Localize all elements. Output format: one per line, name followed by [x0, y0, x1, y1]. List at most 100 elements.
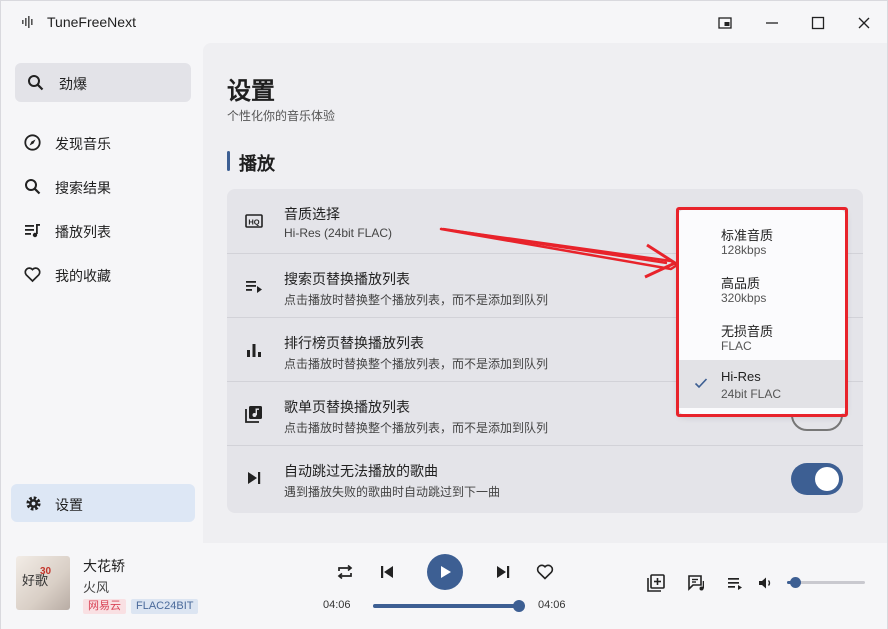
toggle-knob — [815, 467, 839, 491]
sidebar-item-discover[interactable]: 发现音乐 — [13, 123, 193, 161]
gear-icon — [26, 496, 41, 511]
song-artist[interactable]: 火风 — [83, 577, 109, 596]
volume-slider[interactable] — [787, 577, 865, 588]
format-tag: FLAC24BIT — [131, 599, 199, 614]
previous-button[interactable] — [376, 561, 398, 583]
playlist-icon — [25, 224, 40, 238]
song-title[interactable]: 大花轿 — [83, 556, 125, 576]
search-query: 劲爆 — [59, 76, 87, 92]
volume-button[interactable] — [754, 572, 776, 594]
quality-option-lossless[interactable]: 无损音质 FLAC — [679, 312, 845, 360]
setting-value: Hi-Res (24bit FLAC) — [284, 226, 393, 240]
title-bar: TuneFreeNext — [1, 1, 887, 43]
close-button[interactable] — [849, 9, 879, 37]
cover-badge: 30 — [40, 566, 52, 577]
volume-thumb[interactable] — [789, 577, 801, 588]
setting-title: 自动跳过无法播放的歌曲 — [284, 463, 438, 479]
sidebar-item-label: 发现音乐 — [55, 136, 111, 152]
player-bar: 好歌 30 大花轿 火风 网易云 FLAC24BIT 04:06 04:06 — [1, 543, 887, 629]
time-current: 04:06 — [323, 599, 351, 611]
option-name: 标准音质 — [721, 228, 774, 243]
option-detail: 24bit FLAC — [721, 387, 782, 401]
sidebar-item-favorites[interactable]: 我的收藏 — [13, 255, 193, 293]
play-button[interactable] — [427, 554, 463, 590]
heart-icon — [536, 564, 554, 580]
maximize-button[interactable] — [803, 9, 833, 37]
progress-bar[interactable] — [373, 600, 525, 612]
playlist-add-icon — [647, 574, 665, 592]
skip-previous-icon — [381, 566, 393, 578]
bar-chart-icon — [247, 344, 261, 357]
queue-button[interactable] — [724, 572, 746, 594]
hq-icon: HQ — [245, 214, 263, 228]
heart-icon — [24, 267, 41, 283]
sidebar: 劲爆 发现音乐 搜索结果 播放列表 我的收藏 设置 — [1, 43, 203, 543]
progress-fill — [373, 604, 519, 608]
repeat-icon — [337, 564, 353, 580]
maximize-icon — [811, 16, 825, 30]
setting-desc: 点击播放时替换整个播放列表，而不是添加到队列 — [284, 293, 549, 307]
app-title: TuneFreeNext — [47, 14, 136, 30]
sidebar-item-label: 播放列表 — [55, 224, 111, 240]
setting-desc: 点击播放时替换整个播放列表，而不是添加到队列 — [284, 357, 549, 371]
sidebar-item-playlist[interactable]: 播放列表 — [13, 211, 193, 249]
checkmark-icon — [694, 378, 708, 389]
toggle-switch[interactable] — [791, 463, 843, 495]
option-detail: 320kbps — [721, 291, 767, 305]
setting-desc: 遇到播放失败的歌曲时自动跳过到下一曲 — [284, 485, 501, 499]
page-title: 设置 — [227, 78, 275, 105]
volume-icon — [759, 577, 771, 589]
repeat-button[interactable] — [334, 561, 356, 583]
option-detail: 128kbps — [721, 243, 767, 257]
favorite-button[interactable] — [534, 561, 556, 583]
source-tag: 网易云 — [83, 599, 126, 614]
option-name: 无损音质 — [721, 324, 774, 339]
search-box[interactable]: 劲爆 — [15, 63, 191, 102]
quality-dropdown-menu: 标准音质 128kbps 高品质 320kbps 无损音质 FLAC Hi-Re… — [679, 210, 845, 414]
mini-player-button[interactable] — [710, 9, 740, 37]
setting-desc: 点击播放时替换整个播放列表，而不是添加到队列 — [284, 421, 549, 435]
skip-next-icon — [497, 566, 510, 578]
compass-icon — [24, 134, 41, 151]
app-logo-icon — [22, 16, 33, 28]
section-accent-bar — [227, 151, 230, 171]
picture-in-picture-icon — [718, 17, 732, 29]
play-icon — [441, 566, 451, 578]
lyrics-button[interactable] — [685, 572, 707, 594]
skip-next-icon — [248, 472, 261, 484]
minimize-icon — [766, 22, 778, 24]
sidebar-item-label: 搜索结果 — [55, 180, 111, 196]
sidebar-item-label: 设置 — [55, 497, 83, 513]
queue-play-icon — [246, 281, 262, 293]
next-button[interactable] — [492, 561, 514, 583]
page-subtitle: 个性化你的音乐体验 — [227, 109, 336, 123]
setting-title: 歌单页替换播放列表 — [284, 399, 410, 415]
sidebar-item-search-results[interactable]: 搜索结果 — [13, 167, 193, 205]
music-library-icon — [245, 406, 262, 423]
search-icon — [25, 179, 41, 195]
minimize-button[interactable] — [757, 9, 787, 37]
lyrics-icon — [688, 575, 704, 591]
option-name: 高品质 — [721, 276, 761, 291]
svg-text:HQ: HQ — [248, 217, 259, 226]
quality-option-standard[interactable]: 标准音质 128kbps — [679, 216, 845, 264]
sidebar-item-label: 我的收藏 — [55, 268, 111, 284]
quality-option-hires[interactable]: Hi-Res 24bit FLAC — [679, 360, 845, 408]
search-icon — [28, 75, 44, 91]
setting-title: 排行榜页替换播放列表 — [284, 335, 424, 351]
app-window: TuneFreeNext 劲爆 发现音乐 搜索结果 播放列表 我的收藏 设置 设… — [0, 0, 888, 629]
close-icon — [858, 17, 870, 29]
sidebar-item-settings[interactable]: 设置 — [11, 484, 195, 522]
album-cover[interactable]: 好歌 30 — [16, 556, 70, 610]
time-total: 04:06 — [538, 599, 566, 611]
option-name: Hi-Res — [721, 369, 761, 384]
quality-option-high[interactable]: 高品质 320kbps — [679, 264, 845, 312]
option-detail: FLAC — [721, 339, 752, 353]
setting-title: 音质选择 — [284, 206, 340, 222]
add-to-playlist-button[interactable] — [645, 572, 667, 594]
queue-icon — [728, 578, 742, 590]
auto-skip-row: 自动跳过无法播放的歌曲 遇到播放失败的歌曲时自动跳过到下一曲 — [227, 445, 863, 513]
progress-thumb[interactable] — [513, 600, 525, 612]
setting-title: 搜索页替换播放列表 — [284, 271, 410, 287]
section-title: 播放 — [239, 154, 275, 174]
